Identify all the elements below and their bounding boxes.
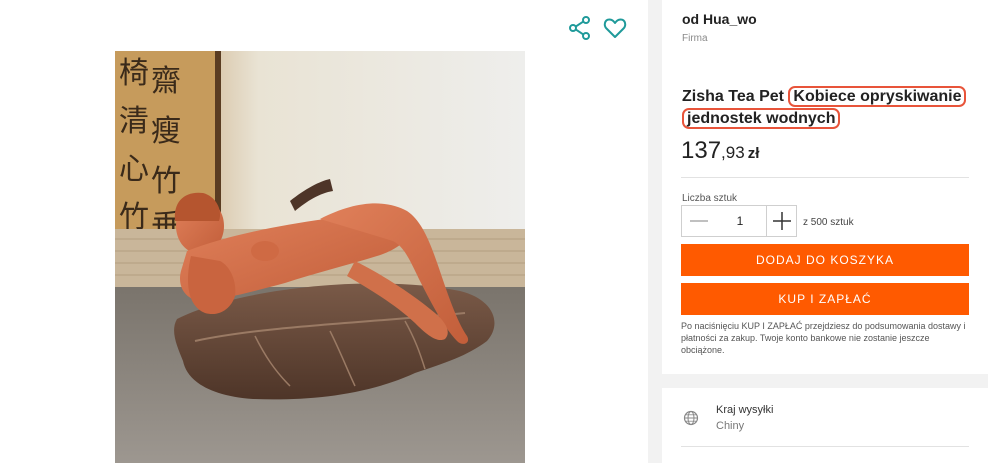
section-separator	[662, 374, 988, 388]
seller-name[interactable]: od Hua_wo	[682, 11, 757, 27]
column-gutter	[648, 0, 662, 463]
title-plain: Zisha Tea Pet	[682, 88, 784, 105]
minus-icon	[690, 220, 708, 222]
globe-icon	[683, 410, 699, 426]
price-integer: 137	[681, 137, 722, 164]
title-highlight-1: Kobiece opryskiwanie	[788, 86, 967, 107]
seller-type: Firma	[682, 33, 708, 44]
svg-text:竹: 竹	[151, 164, 181, 199]
plus-icon	[773, 212, 791, 230]
quantity-increase-button[interactable]	[766, 206, 797, 236]
share-icon[interactable]	[567, 15, 593, 41]
shipping-country-label: Kraj wysyłki	[716, 404, 774, 416]
quantity-label: Liczba sztuk	[682, 193, 738, 204]
quantity-decrease-button[interactable]	[682, 206, 714, 236]
svg-text:椅: 椅	[119, 56, 149, 91]
title-highlight-2: jednostek wodnych	[682, 108, 841, 129]
buy-and-pay-button[interactable]: KUP I ZAPŁAĆ	[681, 283, 969, 315]
product-price: 137,93 zł	[681, 137, 759, 165]
svg-text:心: 心	[119, 152, 149, 187]
quantity-stepper	[681, 205, 797, 237]
quantity-available: z 500 sztuk	[803, 217, 854, 228]
product-image[interactable]: 椅齋 清瘦 心竹 竹垂	[115, 51, 525, 463]
quantity-input[interactable]	[714, 206, 766, 236]
price-divider	[681, 177, 969, 178]
svg-text:齋: 齋	[151, 64, 181, 99]
product-title: Zisha Tea Pet Kobiece opryskiwanie jednos…	[682, 86, 978, 130]
add-to-cart-button[interactable]: DODAJ DO KOSZYKA	[681, 244, 969, 276]
price-decimal: ,93	[721, 143, 745, 162]
shipping-country-value: Chiny	[716, 420, 745, 432]
purchase-note: Po naciśnięciu KUP I ZAPŁAĆ przejdziesz …	[681, 321, 966, 355]
price-currency: zł	[747, 145, 760, 162]
shipping-divider	[681, 446, 969, 447]
svg-text:瘦: 瘦	[151, 114, 181, 149]
heart-icon[interactable]	[602, 15, 628, 41]
svg-text:清: 清	[119, 104, 149, 139]
